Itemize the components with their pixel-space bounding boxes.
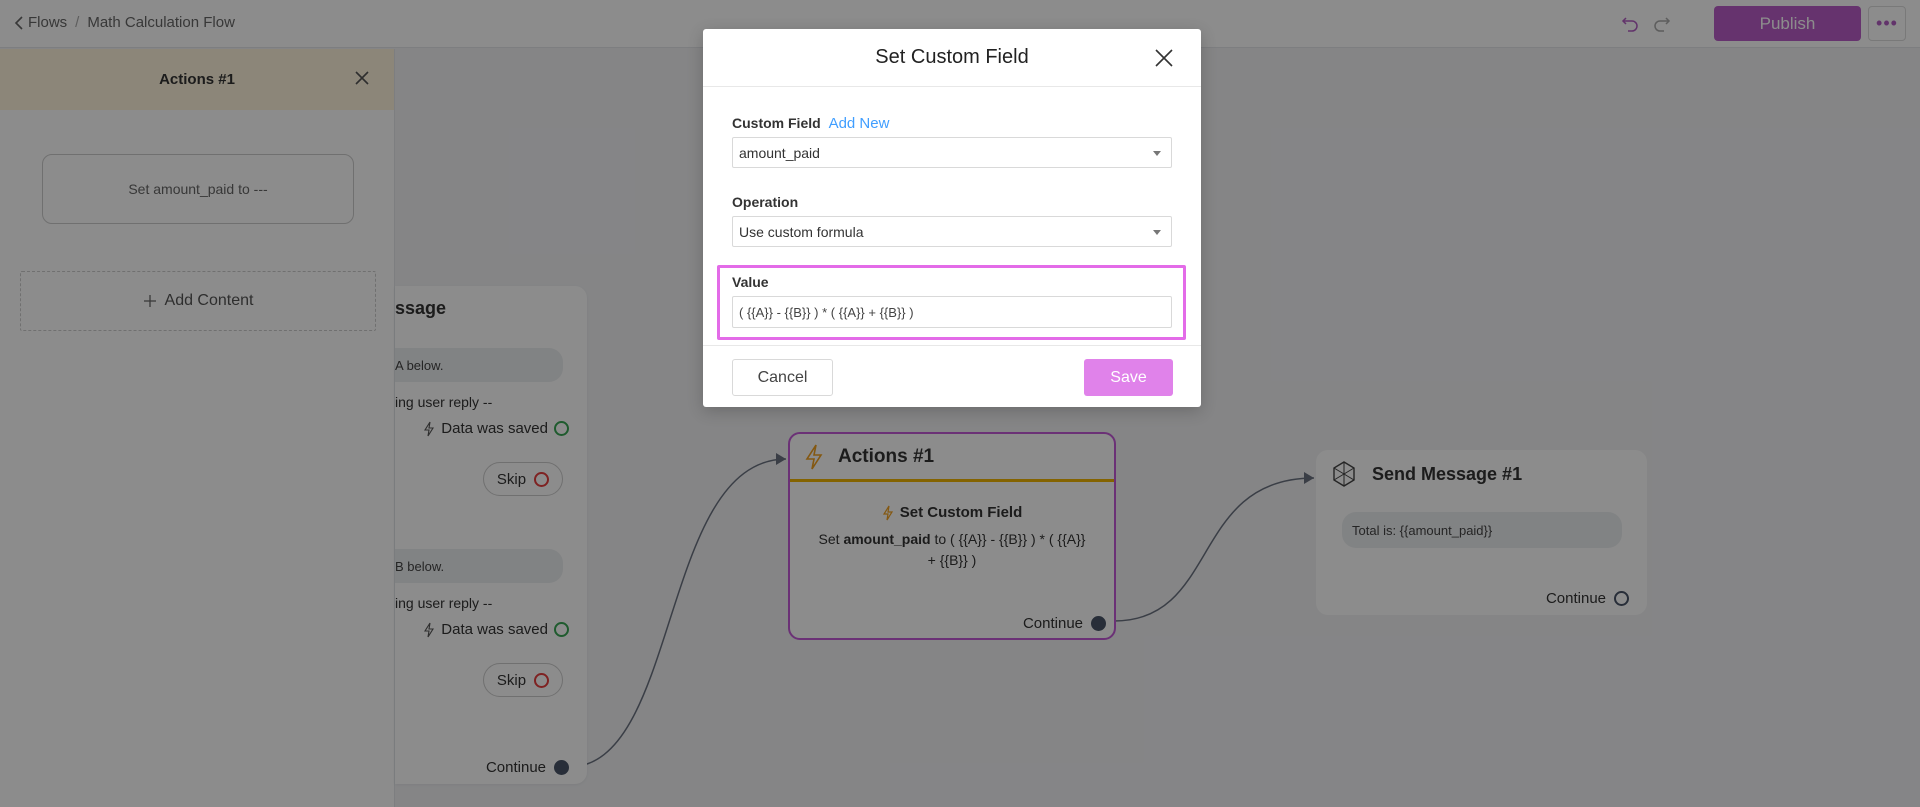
- dialog-footer: Cancel Save: [703, 345, 1201, 407]
- operation-label: Operation: [732, 194, 799, 210]
- value-input[interactable]: ( {{A}} - {{B}} ) * ( {{A}} + {{B}} ): [732, 296, 1172, 328]
- close-icon[interactable]: [1153, 47, 1175, 69]
- set-custom-field-dialog: Set Custom Field Custom Field Add New am…: [703, 29, 1201, 407]
- custom-field-value: amount_paid: [739, 144, 820, 161]
- custom-field-select[interactable]: amount_paid: [732, 137, 1172, 168]
- custom-field-label: Custom Field Add New: [732, 115, 889, 132]
- operation-select[interactable]: Use custom formula: [732, 216, 1172, 247]
- dialog-title: Set Custom Field: [875, 46, 1029, 68]
- caret-down-icon: [1153, 230, 1161, 235]
- save-button[interactable]: Save: [1084, 359, 1173, 396]
- custom-field-label-text: Custom Field: [732, 115, 821, 131]
- add-new-link[interactable]: Add New: [829, 115, 890, 132]
- operation-value: Use custom formula: [739, 223, 864, 240]
- dialog-header: Set Custom Field: [703, 29, 1201, 87]
- value-label: Value: [732, 274, 769, 290]
- cancel-button[interactable]: Cancel: [732, 359, 833, 396]
- caret-down-icon: [1153, 151, 1161, 156]
